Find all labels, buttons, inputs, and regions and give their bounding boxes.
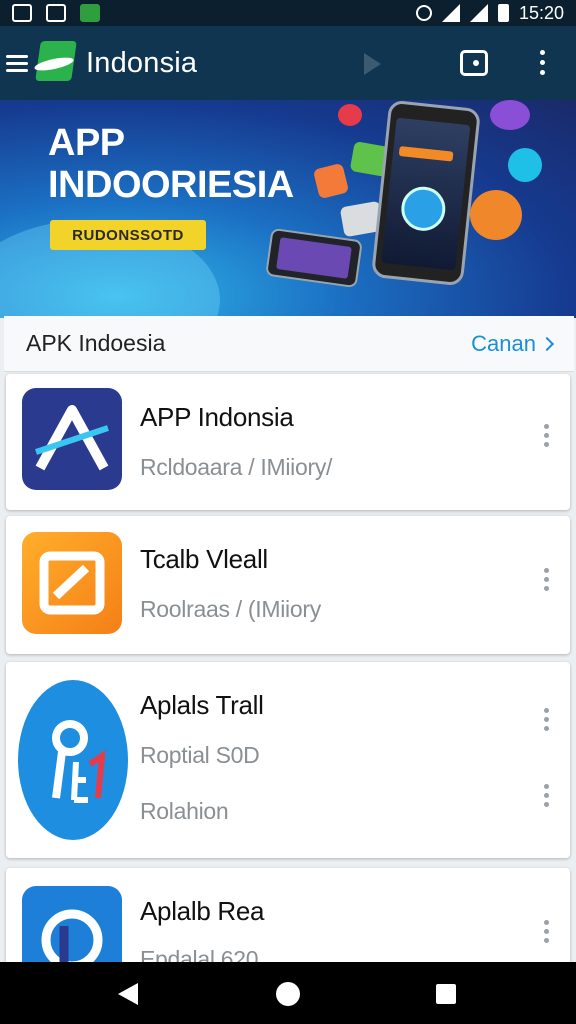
home-icon[interactable] — [276, 982, 300, 1006]
wifi-icon — [441, 4, 460, 22]
app-subtitle: Roolraas / (IMiiory — [140, 596, 321, 622]
app-subtitle: Roptial S0D — [140, 742, 260, 768]
app-title: Aplalb Rea — [140, 896, 265, 926]
play-icon[interactable] — [364, 53, 381, 75]
battery-icon — [497, 4, 509, 22]
store-notification-icon — [80, 4, 100, 22]
chevron-right-icon — [539, 336, 555, 351]
banner-headline-line2: INDOORIESIA — [48, 164, 294, 206]
mascot-icon — [470, 190, 522, 240]
app-toolbar: Indonsia — [0, 26, 576, 100]
screenshot-notification-icon — [12, 4, 32, 22]
banner-headline: APP INDOORIESIA — [48, 122, 294, 206]
banner-tag[interactable]: RUDONSSOTD — [50, 220, 206, 250]
app-detail: Rolahion — [140, 798, 229, 824]
more-options-icon[interactable] — [544, 424, 549, 447]
app-title: Tcalb Vleall — [140, 544, 268, 574]
more-options-icon[interactable] — [544, 708, 549, 731]
status-time: 15:20 — [518, 2, 564, 23]
more-options-icon[interactable] — [544, 568, 549, 591]
app-logo — [33, 39, 78, 87]
app-title: APP Indonsia — [140, 402, 294, 432]
more-options-icon[interactable] — [544, 920, 549, 943]
orange-square-logo-icon — [22, 532, 122, 634]
status-bar: 15:20 — [0, 0, 576, 26]
alarm-icon — [415, 5, 432, 21]
more-options-icon[interactable] — [544, 784, 549, 807]
section-header: APK Indoesia Canan — [4, 316, 574, 372]
section-more-link[interactable]: Canan — [471, 330, 555, 357]
blue-pe-logo-icon — [18, 680, 128, 840]
system-nav-bar — [0, 962, 576, 1024]
app-notification-icon — [46, 4, 66, 22]
banner-headline-line1: APP — [48, 122, 125, 164]
section-title: APK Indoesia — [26, 330, 166, 356]
section-link-label: Canan — [471, 330, 536, 356]
app-title: Aplals Trall — [140, 690, 264, 720]
large-phone-illustration — [370, 100, 482, 287]
small-phone-illustration — [265, 227, 363, 289]
hamburger-menu-icon[interactable] — [6, 54, 28, 72]
promo-banner[interactable]: APP INDOORIESIA RUDONSSOTD — [0, 100, 576, 318]
cast-icon[interactable] — [460, 50, 488, 76]
back-icon[interactable] — [118, 983, 138, 1005]
purple-orb-icon — [490, 100, 530, 130]
app-card[interactable]: Aplals Trall Roptial S0D Rolahion — [6, 662, 570, 858]
red-ball-icon — [338, 104, 362, 126]
app-title: Indonsia — [86, 46, 198, 79]
app-card[interactable]: APP Indonsia Rcldoaara / IMiiory/ — [6, 374, 570, 510]
app-card[interactable]: Tcalb Vleall Roolraas / (IMiiory — [6, 516, 570, 654]
app-subtitle: Rcldoaara / IMiiory/ — [140, 454, 333, 480]
app-indonesia-logo-icon — [22, 388, 122, 490]
blue-orb-icon — [508, 148, 542, 182]
orange-cube-icon — [312, 162, 350, 200]
overflow-menu-icon[interactable] — [540, 50, 545, 75]
recent-apps-icon[interactable] — [436, 984, 456, 1004]
signal-icon — [469, 4, 488, 22]
